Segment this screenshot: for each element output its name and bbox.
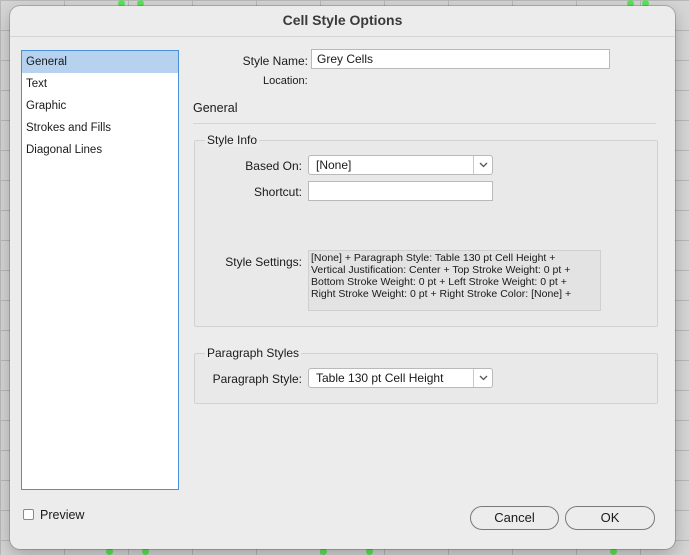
based-on-select[interactable]: [None] bbox=[308, 155, 493, 175]
style-settings-label: Style Settings: bbox=[225, 255, 302, 269]
category-list[interactable]: General Text Graphic Strokes and Fills D… bbox=[21, 50, 179, 490]
shortcut-label: Shortcut: bbox=[253, 185, 302, 199]
sidebar-item-strokes-and-fills[interactable]: Strokes and Fills bbox=[22, 117, 178, 139]
dialog-title: Cell Style Options bbox=[282, 12, 403, 28]
style-settings-line: Bottom Stroke Weight: 0 pt + Left Stroke… bbox=[311, 276, 567, 288]
sidebar-item-graphic[interactable]: Graphic bbox=[22, 95, 178, 117]
paragraph-styles-title: Paragraph Styles bbox=[205, 346, 302, 360]
background-marker bbox=[142, 548, 149, 555]
cancel-button[interactable]: Cancel bbox=[470, 506, 559, 530]
chevron-down-icon bbox=[473, 156, 492, 174]
preview-checkbox[interactable] bbox=[23, 509, 34, 520]
paragraph-style-select[interactable]: Table 130 pt Cell Height bbox=[308, 368, 493, 388]
title-divider bbox=[10, 36, 675, 37]
style-settings-readout: [None] + Paragraph Style: Table 130 pt C… bbox=[308, 250, 601, 311]
shortcut-field[interactable] bbox=[308, 181, 493, 201]
paragraph-style-label: Paragraph Style: bbox=[212, 372, 302, 386]
style-settings-line: Vertical Justification: Center + Top Str… bbox=[311, 264, 571, 276]
sidebar-item-diagonal-lines[interactable]: Diagonal Lines bbox=[22, 139, 178, 161]
ok-button[interactable]: OK bbox=[565, 506, 655, 530]
style-info-title: Style Info bbox=[205, 133, 260, 147]
background-marker bbox=[320, 548, 327, 555]
chevron-down-icon bbox=[473, 369, 492, 387]
style-name-field[interactable]: Grey Cells bbox=[311, 49, 610, 69]
style-name-label: Style Name: bbox=[242, 54, 308, 68]
style-settings-line: [None] + Paragraph Style: Table 130 pt C… bbox=[311, 252, 556, 264]
background-marker bbox=[610, 548, 617, 555]
section-divider bbox=[193, 123, 656, 124]
sidebar-item-general[interactable]: General bbox=[22, 51, 178, 73]
section-title: General bbox=[193, 101, 238, 115]
style-settings-line: Right Stroke Weight: 0 pt + Right Stroke… bbox=[311, 288, 572, 300]
cell-style-options-dialog: Cell Style Options General Text Graphic … bbox=[10, 6, 675, 549]
background-marker bbox=[366, 548, 373, 555]
paragraph-style-value: Table 130 pt Cell Height bbox=[316, 371, 444, 385]
location-label: Location: bbox=[263, 75, 308, 87]
based-on-label: Based On: bbox=[245, 159, 302, 173]
based-on-value: [None] bbox=[316, 158, 352, 172]
preview-label[interactable]: Preview bbox=[40, 508, 84, 522]
sidebar-item-text[interactable]: Text bbox=[22, 73, 178, 95]
background-marker bbox=[106, 548, 113, 555]
